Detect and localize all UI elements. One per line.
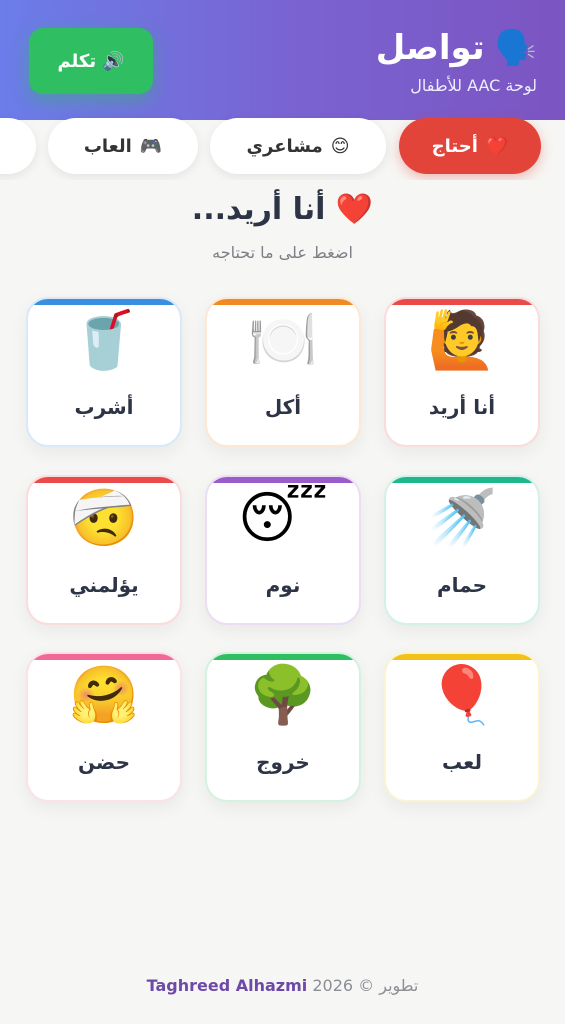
card-label: لعب xyxy=(442,750,482,774)
card-go-out[interactable]: 🌳 خروج xyxy=(205,652,361,802)
card-accent-bar xyxy=(28,654,180,660)
tab-needs[interactable]: ❤️ أحتاج xyxy=(399,118,541,174)
app-title-text: تواصل xyxy=(375,28,485,68)
speak-button[interactable]: تكلم 🔊 xyxy=(29,28,153,94)
tab-games[interactable]: 🎮 العاب xyxy=(48,118,198,174)
card-accent-bar xyxy=(386,477,538,483)
app-title: 🗣️ تواصل xyxy=(376,28,537,68)
speak-button-label: تكلم xyxy=(57,50,97,72)
card-accent-bar xyxy=(207,299,359,305)
card-i-want[interactable]: 🙋 أنا أريد xyxy=(384,297,540,447)
cup-icon: 🥤 xyxy=(69,308,139,373)
shower-icon: 🚿 xyxy=(427,486,497,551)
card-label: حمام xyxy=(437,573,487,597)
footer-prefix: تطوير © 2026 xyxy=(312,976,419,995)
card-food[interactable]: 🍽️ أكل xyxy=(205,297,361,447)
card-accent-bar xyxy=(207,477,359,483)
card-hug[interactable]: 🤗 حضن xyxy=(26,652,182,802)
balloon-icon: 🎈 xyxy=(427,663,497,728)
raising-hand-icon: 🙋 xyxy=(427,308,497,373)
sleeping-face-icon: 😴 xyxy=(238,486,328,551)
bandaged-face-icon: 🤕 xyxy=(69,486,139,551)
section-heart-icon: ❤️ xyxy=(335,192,374,227)
speaking-head-icon: 🗣️ xyxy=(494,28,537,68)
card-accent-bar xyxy=(386,299,538,305)
card-label: أنا أريد xyxy=(428,395,496,419)
footer: تطوير © 2026 Taghreed Alhazmi xyxy=(0,976,565,995)
card-drink[interactable]: 🥤 أشرب xyxy=(26,297,182,447)
category-tabs: ❤️ أحتاج 😊 مشاعري 🎮 العاب xyxy=(0,110,565,180)
speaker-icon: 🔊 xyxy=(102,50,125,72)
smile-icon: 😊 xyxy=(330,135,350,157)
card-label: نوم xyxy=(265,573,301,597)
app-subtitle: لوحة AAC للأطفال xyxy=(410,76,537,95)
card-bathroom[interactable]: 🚿 حمام xyxy=(384,475,540,625)
card-label: خروج xyxy=(256,750,310,774)
card-label: أكل xyxy=(264,395,302,419)
tab-feelings-label: مشاعري xyxy=(246,135,323,157)
tab-feelings[interactable]: 😊 مشاعري xyxy=(210,118,386,174)
section-title-text: أنا أريد... xyxy=(191,192,326,227)
tab-needs-label: أحتاج xyxy=(431,135,478,157)
plate-icon: 🍽️ xyxy=(248,308,318,373)
footer-author: Taghreed Alhazmi xyxy=(146,976,308,995)
game-controller-icon: 🎮 xyxy=(139,135,163,157)
card-label: أشرب xyxy=(74,395,134,419)
card-accent-bar xyxy=(207,654,359,660)
card-label: يؤلمني xyxy=(69,573,139,597)
section-subtitle: اضغط على ما تحتاجه xyxy=(212,243,353,262)
hugging-face-icon: 🤗 xyxy=(69,663,139,728)
card-accent-bar xyxy=(386,654,538,660)
card-sleep[interactable]: 😴 نوم xyxy=(205,475,361,625)
tab-more[interactable] xyxy=(0,118,36,174)
card-accent-bar xyxy=(28,477,180,483)
card-hurts[interactable]: 🤕 يؤلمني xyxy=(26,475,182,625)
card-label: حضن xyxy=(77,750,131,774)
card-accent-bar xyxy=(28,299,180,305)
card-play[interactable]: 🎈 لعب xyxy=(384,652,540,802)
tree-icon: 🌳 xyxy=(248,663,318,728)
section-title: ❤️ أنا أريد... xyxy=(0,192,565,227)
heart-icon: ❤️ xyxy=(485,135,509,157)
app-header: 🗣️ تواصل لوحة AAC للأطفال تكلم 🔊 xyxy=(0,0,565,120)
tab-games-label: العاب xyxy=(83,135,132,157)
